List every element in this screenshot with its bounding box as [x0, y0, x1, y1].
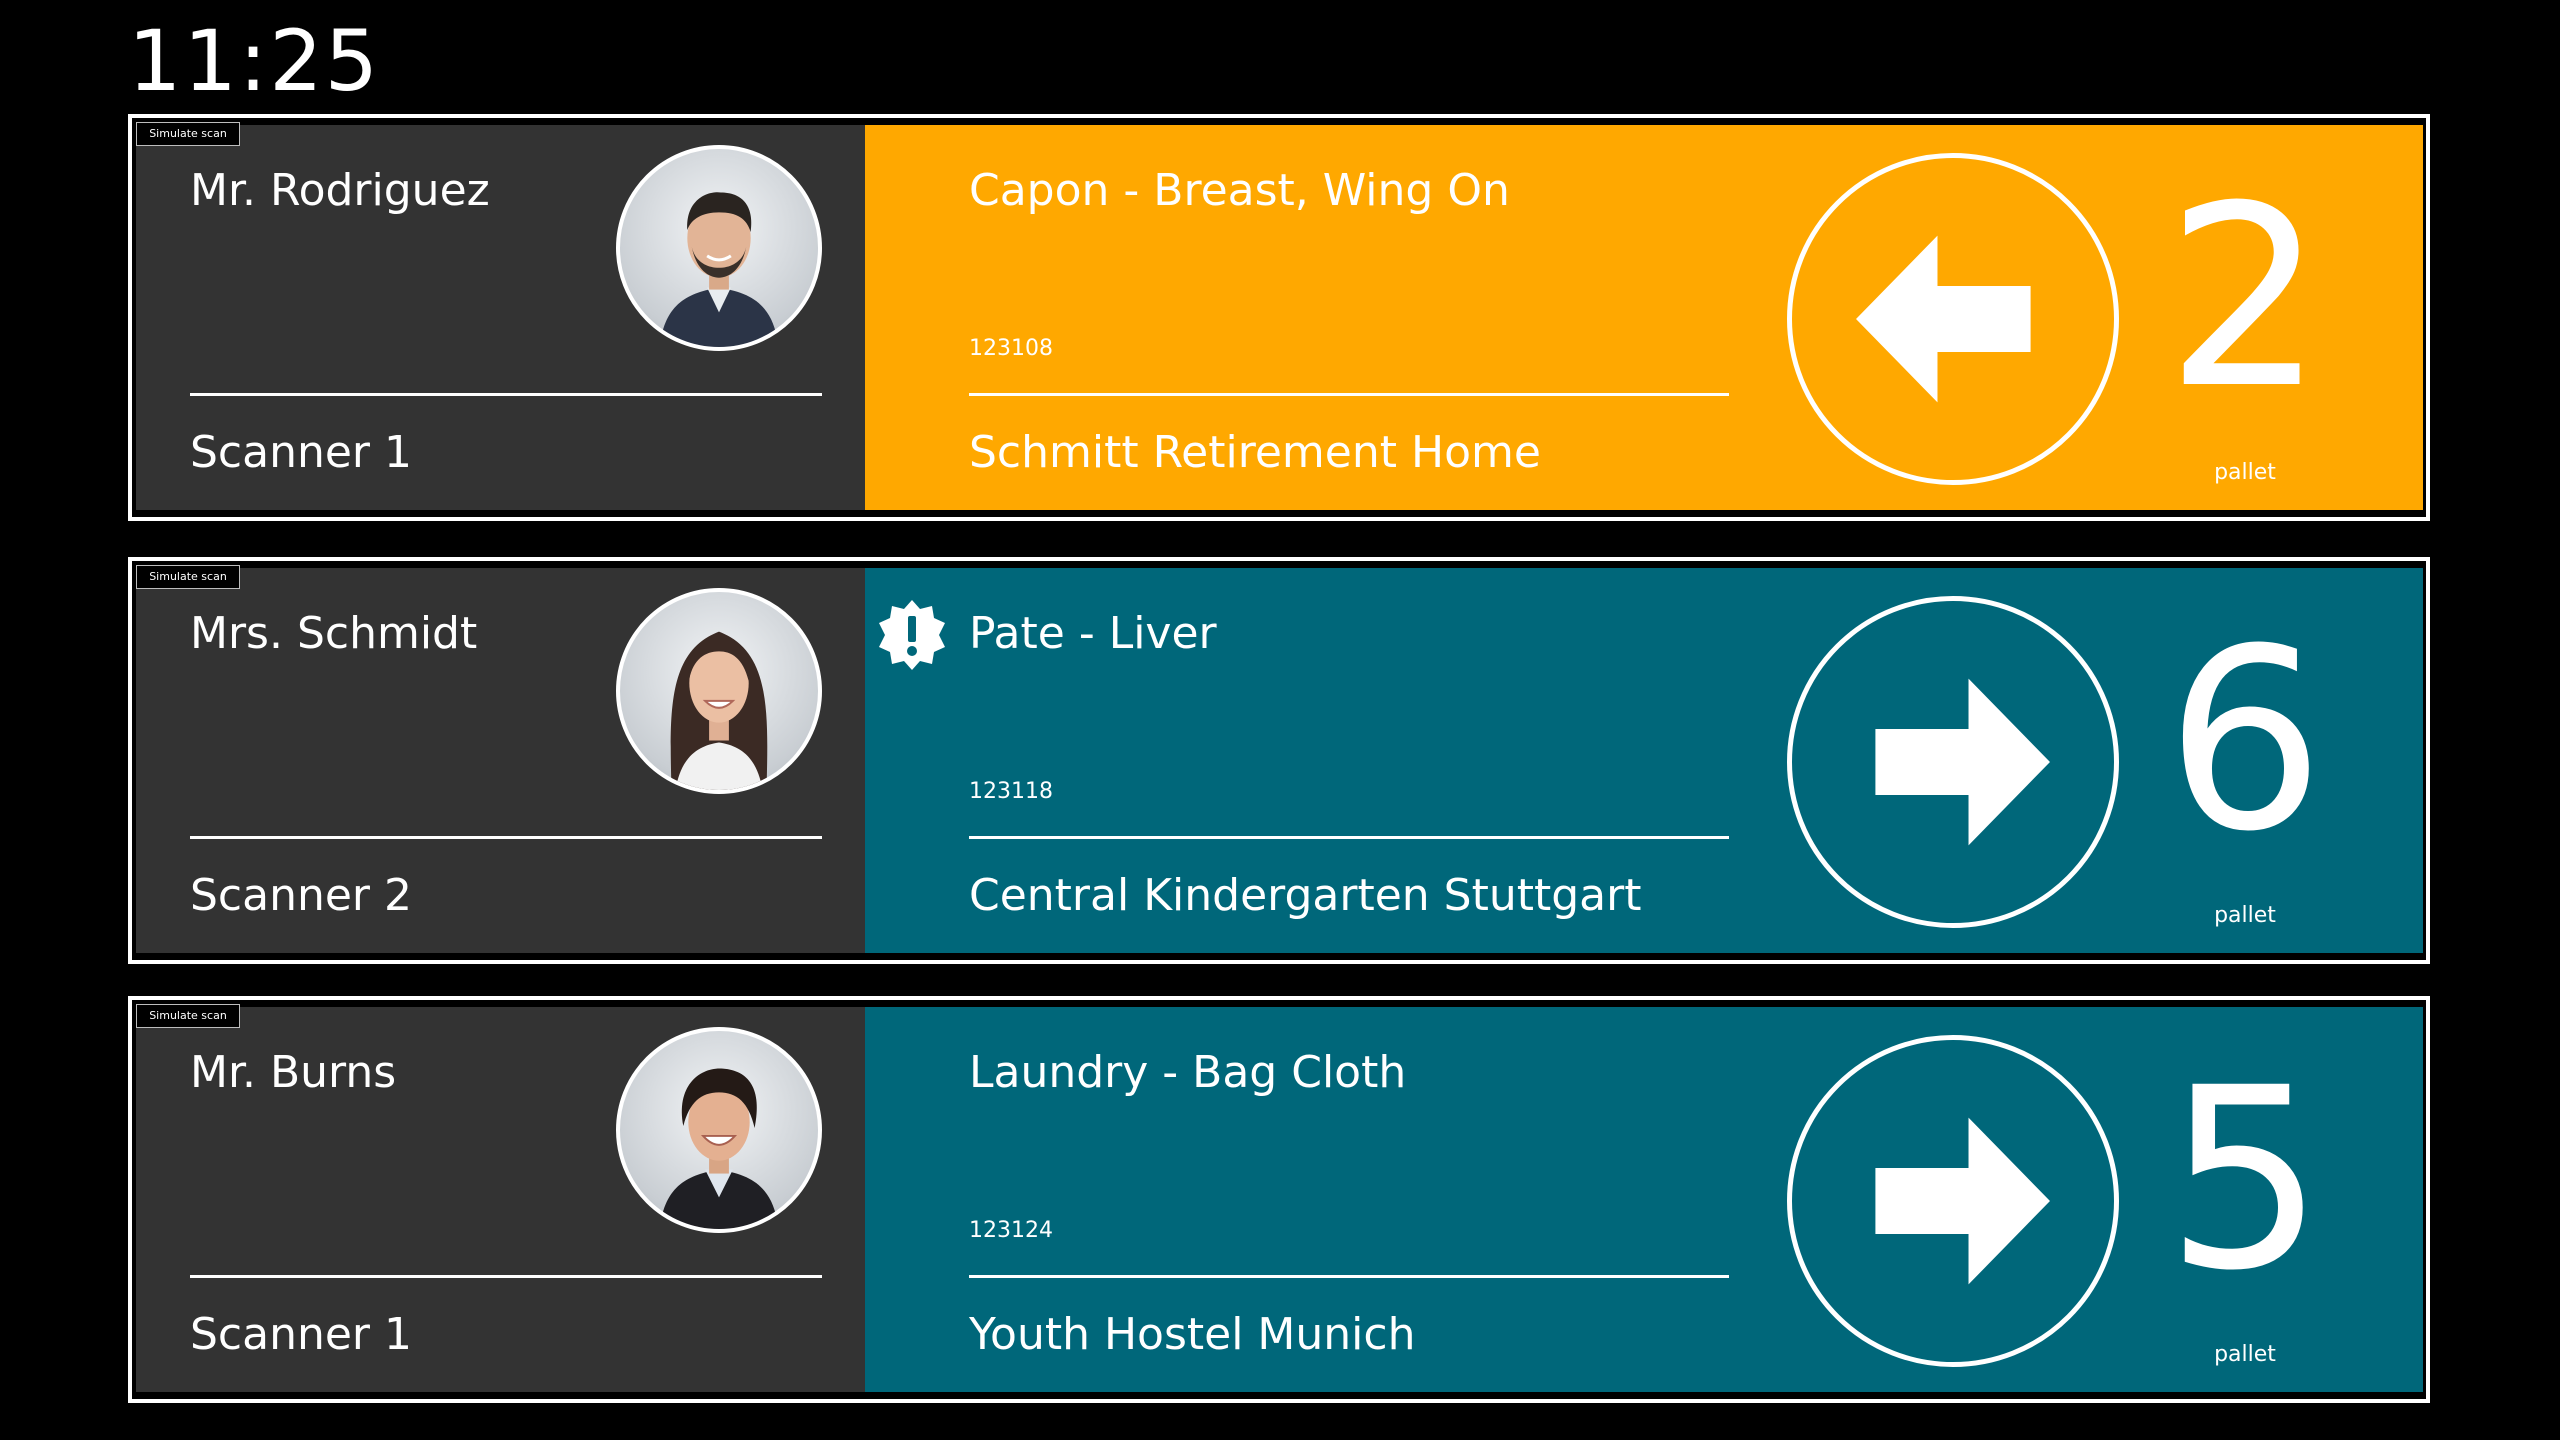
- arrow-right-icon: [1875, 1117, 2050, 1285]
- quantity-number: 2: [2165, 152, 2325, 443]
- simulate-scan-button[interactable]: Simulate scan: [136, 565, 240, 589]
- article-number: 123118: [969, 779, 1053, 804]
- quantity-number: 6: [2165, 595, 2325, 886]
- quantity-unit: pallet: [2214, 903, 2276, 928]
- operator-panel: Mr. Burns Scanner 1: [136, 1007, 865, 1392]
- person-photo-icon: [659, 192, 779, 347]
- direction-button[interactable]: [1787, 596, 2119, 928]
- order-panel: Pate - Liver 123118 Central Kindergarten…: [865, 568, 2423, 953]
- direction-button[interactable]: [1787, 1035, 2119, 1367]
- arrow-right-icon: [1875, 678, 2050, 846]
- order-panel: Capon - Breast, Wing On 123108 Schmitt R…: [865, 125, 2423, 510]
- avatar: [616, 145, 822, 351]
- scanner-label: Scanner 1: [190, 427, 412, 478]
- avatar: [616, 588, 822, 794]
- scanner-label: Scanner 1: [190, 1309, 412, 1360]
- scan-row: Simulate scan Mrs. Schmidt Scanner 2 Pat…: [128, 557, 2430, 964]
- operator-name: Mr. Rodriguez: [190, 165, 490, 216]
- destination-name: Central Kindergarten Stuttgart: [969, 870, 1642, 921]
- simulate-scan-button[interactable]: Simulate scan: [136, 122, 240, 146]
- person-photo-icon: [670, 631, 768, 790]
- operator-panel: Mr. Rodriguez Scanner 1: [136, 125, 865, 510]
- product-name: Laundry - Bag Cloth: [969, 1047, 1407, 1098]
- destination-name: Youth Hostel Munich: [969, 1309, 1416, 1360]
- divider: [190, 1275, 822, 1278]
- product-name: Capon - Breast, Wing On: [969, 165, 1510, 216]
- divider: [969, 836, 1729, 839]
- divider: [190, 836, 822, 839]
- operator-name: Mr. Burns: [190, 1047, 397, 1098]
- person-photo-icon: [659, 1068, 779, 1229]
- article-number: 123124: [969, 1218, 1053, 1243]
- quantity-unit: pallet: [2214, 460, 2276, 485]
- avatar: [616, 1027, 822, 1233]
- divider: [969, 393, 1729, 396]
- divider: [190, 393, 822, 396]
- scan-row: Simulate scan Mr. Burns Scanner 1 Laundr…: [128, 996, 2430, 1403]
- direction-button[interactable]: [1787, 153, 2119, 485]
- divider: [969, 1275, 1729, 1278]
- operator-name: Mrs. Schmidt: [190, 608, 478, 659]
- alert-badge-icon: [879, 600, 945, 670]
- simulate-scan-button[interactable]: Simulate scan: [136, 1004, 240, 1028]
- destination-name: Schmitt Retirement Home: [969, 427, 1541, 478]
- arrow-left-icon: [1856, 235, 2031, 403]
- quantity-unit: pallet: [2214, 1342, 2276, 1367]
- scan-rows: Simulate scan Mr. Rodriguez Scanner 1 Ca…: [0, 0, 2560, 1440]
- product-name: Pate - Liver: [969, 608, 1217, 659]
- scanner-label: Scanner 2: [190, 870, 412, 921]
- article-number: 123108: [969, 336, 1053, 361]
- scan-row: Simulate scan Mr. Rodriguez Scanner 1 Ca…: [128, 114, 2430, 521]
- quantity-number: 5: [2165, 1034, 2325, 1325]
- order-panel: Laundry - Bag Cloth 123124 Youth Hostel …: [865, 1007, 2423, 1392]
- operator-panel: Mrs. Schmidt Scanner 2: [136, 568, 865, 953]
